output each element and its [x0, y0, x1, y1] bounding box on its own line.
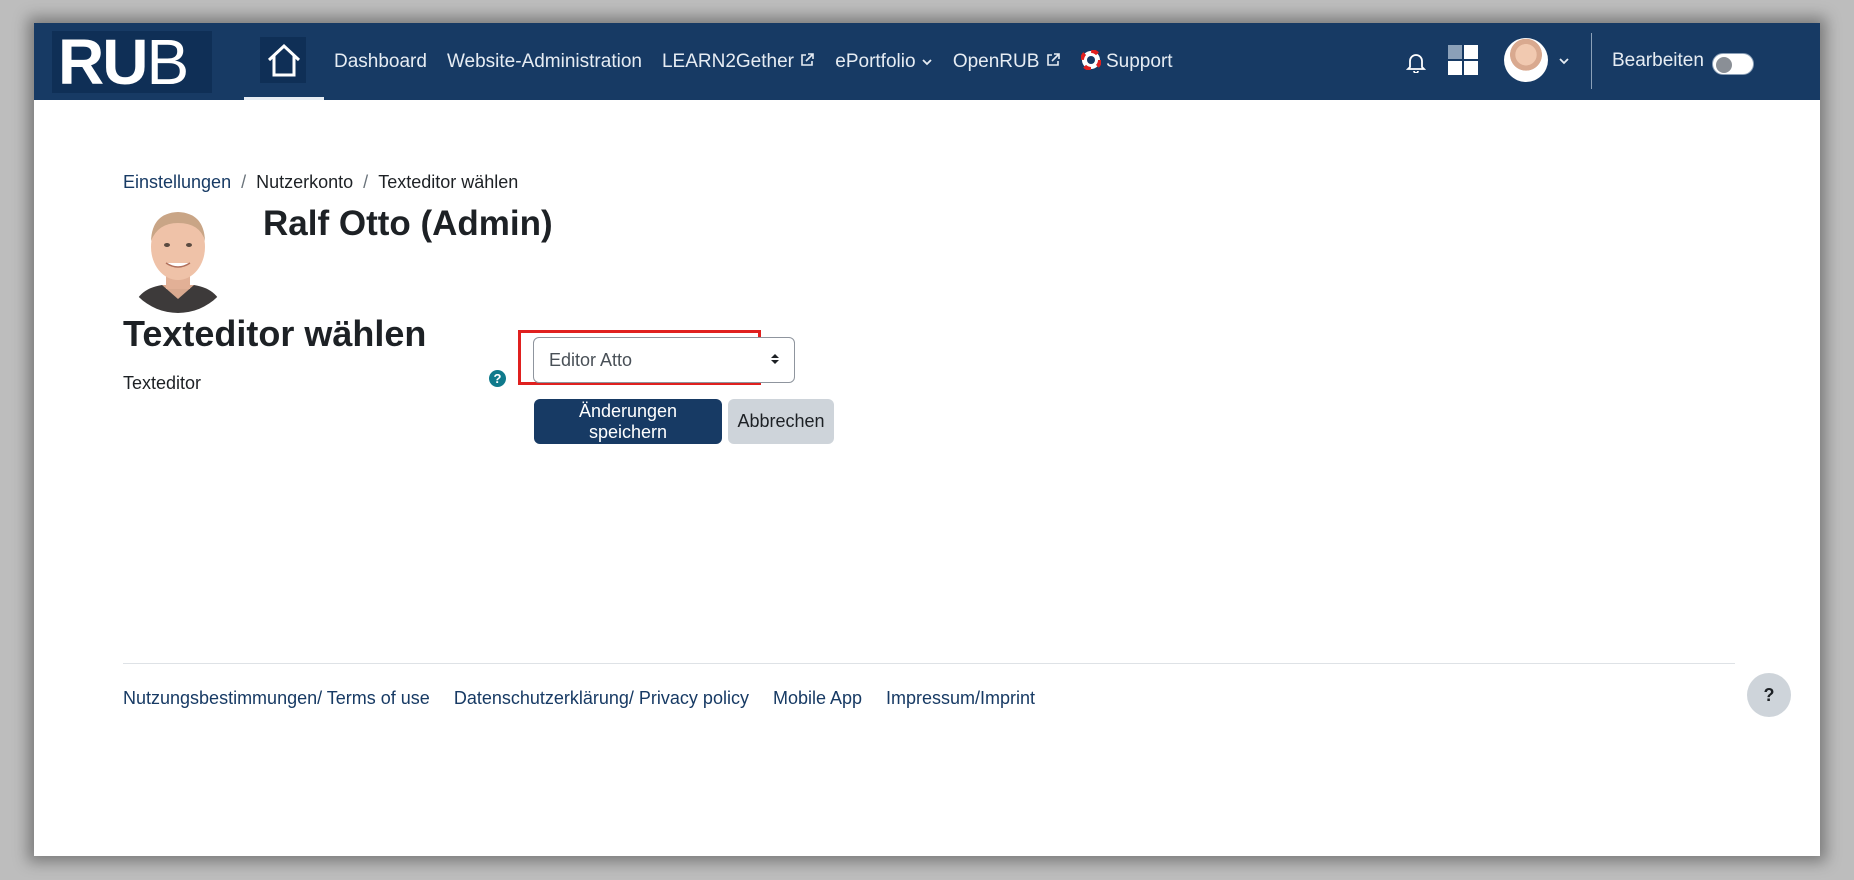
nav-support[interactable]: Support [1079, 49, 1173, 73]
browser-frame: RUB Dashboard Website-Administration LEA… [34, 23, 1820, 856]
breadcrumb-current: Texteditor wählen [378, 172, 519, 192]
home-button[interactable] [244, 23, 324, 100]
footer-terms-link[interactable]: Nutzungsbestimmungen/ Terms of use [123, 688, 430, 709]
save-button[interactable]: Änderungen speichern [534, 399, 722, 444]
apps-grid-icon[interactable] [1448, 45, 1478, 75]
select-arrows-icon [771, 354, 779, 364]
profile-photo [122, 201, 234, 313]
breadcrumb-account: Nutzerkonto [256, 172, 354, 192]
bell-icon[interactable] [1406, 51, 1426, 73]
footer-imprint-link[interactable]: Impressum/Imprint [886, 688, 1035, 709]
chevron-down-icon[interactable] [1558, 56, 1570, 66]
help-button[interactable]: ? [1747, 673, 1791, 717]
nav-website-administration[interactable]: Website-Administration [447, 51, 642, 73]
external-link-icon [801, 52, 815, 66]
texteditor-select-value: Editor Atto [549, 350, 633, 370]
nav-eportfolio[interactable]: ePortfolio [835, 51, 933, 73]
help-icon[interactable]: ? [489, 370, 506, 387]
main-nav: Dashboard Website-Administration LEARN2G… [334, 23, 1173, 100]
footer-mobile-app-link[interactable]: Mobile App [773, 688, 862, 709]
external-link-icon [1046, 52, 1060, 66]
nav-openrub-label: OpenRUB [952, 50, 1040, 72]
breadcrumb-separator: / [363, 172, 369, 192]
nav-dashboard[interactable]: Dashboard [334, 51, 427, 73]
profile-name: Ralf Otto (Admin) [263, 204, 553, 243]
breadcrumb-separator: / [241, 172, 247, 192]
edit-mode-label: Bearbeiten [1612, 50, 1704, 71]
nav-support-label: Support [1106, 51, 1173, 72]
texteditor-label: Texteditor [123, 373, 202, 393]
nav-openrub[interactable]: OpenRUB [953, 51, 1061, 73]
top-navbar: RUB Dashboard Website-Administration LEA… [34, 23, 1820, 100]
chevron-down-icon [922, 58, 932, 65]
nav-learn2gether[interactable]: LEARN2Gether [662, 51, 815, 73]
page-title: Texteditor wählen [123, 313, 427, 354]
nav-learn2gether-label: LEARN2Gether [661, 50, 794, 72]
user-avatar[interactable] [1504, 38, 1548, 82]
breadcrumb-settings[interactable]: Einstellungen [123, 172, 231, 193]
lifebuoy-icon [1079, 49, 1102, 71]
footer-divider [123, 663, 1735, 664]
texteditor-select[interactable]: Editor Atto [533, 337, 795, 383]
nav-eportfolio-label: ePortfolio [835, 50, 916, 72]
rub-logo[interactable]: RUB [52, 30, 212, 94]
cancel-button[interactable]: Abbrechen [728, 399, 834, 444]
edit-mode-toggle[interactable] [1712, 53, 1754, 75]
home-icon [267, 43, 301, 77]
breadcrumb: Einstellungen / Nutzerkonto / Texteditor… [123, 172, 518, 193]
profile-picture[interactable] [122, 201, 234, 313]
navbar-divider [1591, 33, 1592, 89]
footer-privacy-link[interactable]: Datenschutzerklärung/ Privacy policy [454, 688, 749, 709]
navbar-user-area: Bearbeiten [1400, 23, 1820, 100]
footer-links: Nutzungsbestimmungen/ Terms of use Daten… [123, 688, 1035, 709]
